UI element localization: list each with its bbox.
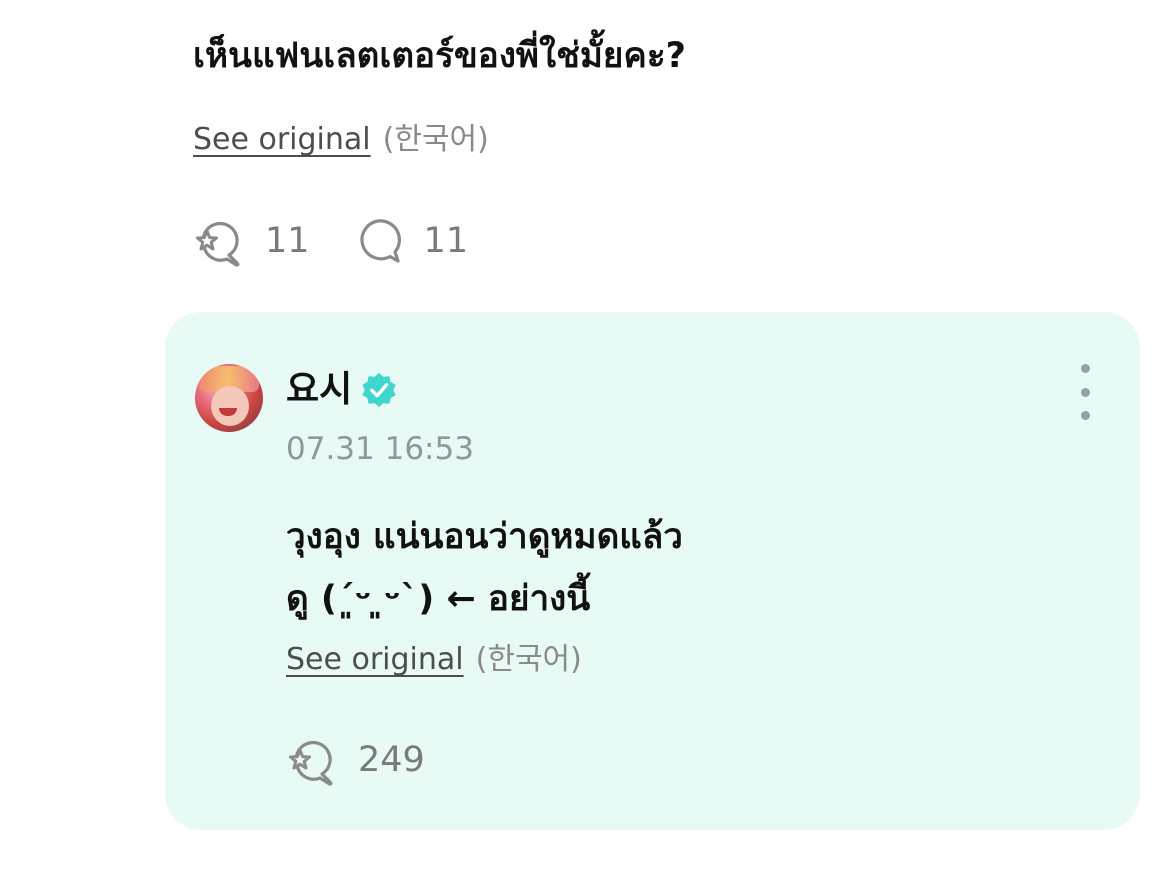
- reply-text-line: ดู (´͈ᵕ ͈ᵕ`) ← อย่างนี้: [286, 579, 591, 619]
- author-name[interactable]: 요시: [286, 364, 352, 416]
- post-sparkle-button[interactable]: 11: [193, 215, 310, 267]
- sparkle-bubble-icon: [196, 221, 240, 267]
- post-translation-row: See original (한국어): [193, 114, 489, 158]
- see-original-link[interactable]: See original: [286, 642, 464, 677]
- see-original-link[interactable]: See original: [193, 122, 371, 157]
- more-dot: [1080, 364, 1090, 373]
- reply-sparkle-button[interactable]: 249: [286, 734, 425, 786]
- reply-text-line: วุงอุง แน่นอนว่าดูหมดแล้ว: [286, 517, 683, 557]
- post-stats-row: 11 11: [193, 215, 510, 267]
- reply-card: 요시 07.31 16:53 วุงอุง แน่นอนว่าดูหมดแล้ว…: [165, 312, 1140, 830]
- original-language-label: (한국어): [382, 122, 489, 157]
- timestamp: 07.31 16:53: [286, 431, 474, 467]
- comment-bubble-icon: [359, 219, 401, 263]
- more-vertical-icon[interactable]: [1073, 364, 1097, 420]
- reply-text: วุงอุง แน่นอนว่าดูหมดแล้ว ดู (´͈ᵕ ͈ᵕ`) ←…: [286, 506, 683, 630]
- original-language-label: (한국어): [475, 642, 582, 677]
- more-dot: [1080, 387, 1090, 397]
- post-comment-button[interactable]: 11: [352, 215, 469, 267]
- sparkle-bubble-icon: [289, 740, 333, 786]
- reply-stats-row: 249: [286, 734, 467, 786]
- sparkle-count: 11: [265, 221, 310, 261]
- sparkle-count: 249: [358, 740, 425, 780]
- verified-badge-icon: [362, 372, 396, 408]
- more-dot: [1080, 411, 1090, 420]
- avatar[interactable]: [195, 364, 263, 432]
- reply-translation-row: See original (한국어): [286, 634, 582, 678]
- author-row: 요시: [286, 364, 398, 416]
- comment-count: 11: [423, 221, 469, 261]
- avatar-face: [211, 386, 249, 426]
- post-text: เห็นแฟนเลตเตอร์ของพี่ใช่มั้ยคะ?: [193, 36, 686, 76]
